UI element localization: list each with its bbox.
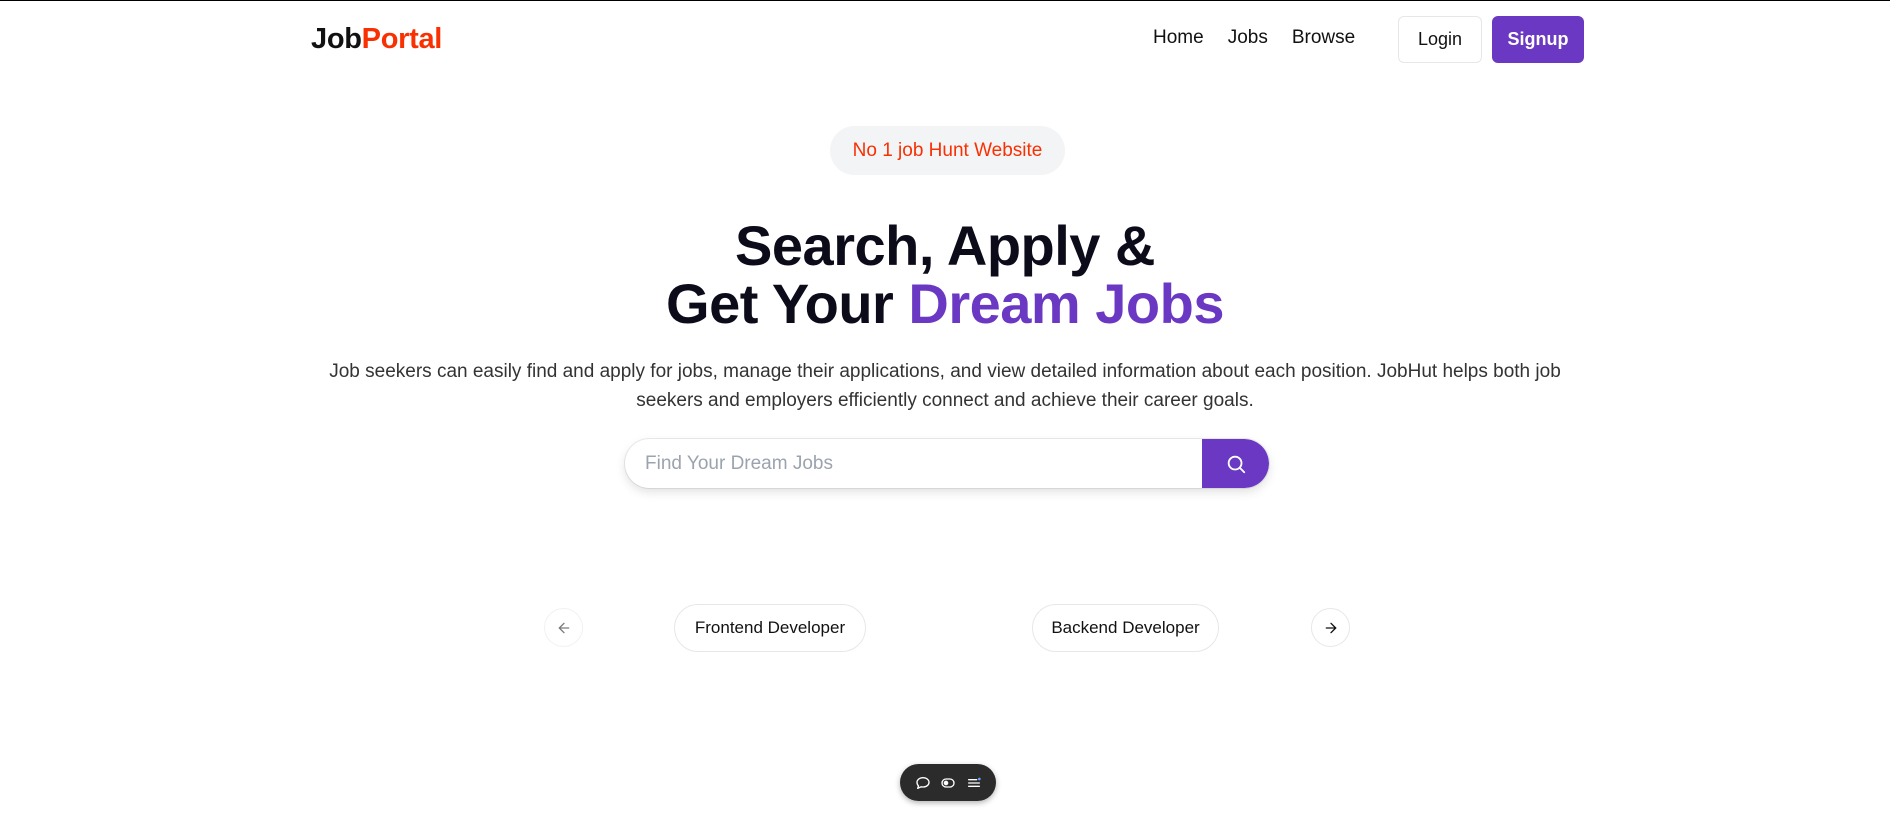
search-icon [1225,453,1247,475]
nav-link-browse[interactable]: Browse [1292,27,1355,49]
search-bar [625,439,1269,488]
hero-description: Job seekers can easily find and apply fo… [329,361,1561,411]
hero-title-accent: Dream Jobs [908,272,1224,335]
nav-link-jobs[interactable]: Jobs [1228,27,1268,49]
logo[interactable]: JobPortal [311,23,442,56]
search-button[interactable] [1202,439,1269,488]
category-chip[interactable]: Backend Developer [1032,604,1219,652]
logo-text-job: Job [311,23,362,55]
logo-text-portal: Portal [361,23,443,55]
arrow-right-icon [1323,620,1339,636]
eye-toggle-icon[interactable] [939,774,957,792]
signup-button[interactable]: Signup [1492,16,1584,63]
login-button[interactable]: Login [1398,16,1482,63]
carousel-next-button[interactable] [1311,608,1350,647]
hero-title: Search, Apply & Get Your Dream Jobs [445,217,1445,333]
carousel-prev-button[interactable] [544,608,583,647]
nav-links: Home Jobs Browse [1153,27,1355,49]
hero-title-line1: Search, Apply & [735,214,1155,277]
floating-toolbar [900,764,996,801]
chat-bubble-icon[interactable] [914,774,932,792]
hero-badge: No 1 job Hunt Website [830,126,1065,175]
hero-title-line2-prefix: Get Your [666,272,909,335]
category-chip[interactable]: Frontend Developer [674,604,866,652]
menu-list-icon[interactable] [965,774,983,792]
navbar: JobPortal Home Jobs Browse Login Signup [0,1,1890,81]
nav-link-home[interactable]: Home [1153,27,1204,49]
search-input[interactable] [625,439,1202,488]
arrow-left-icon [556,620,572,636]
